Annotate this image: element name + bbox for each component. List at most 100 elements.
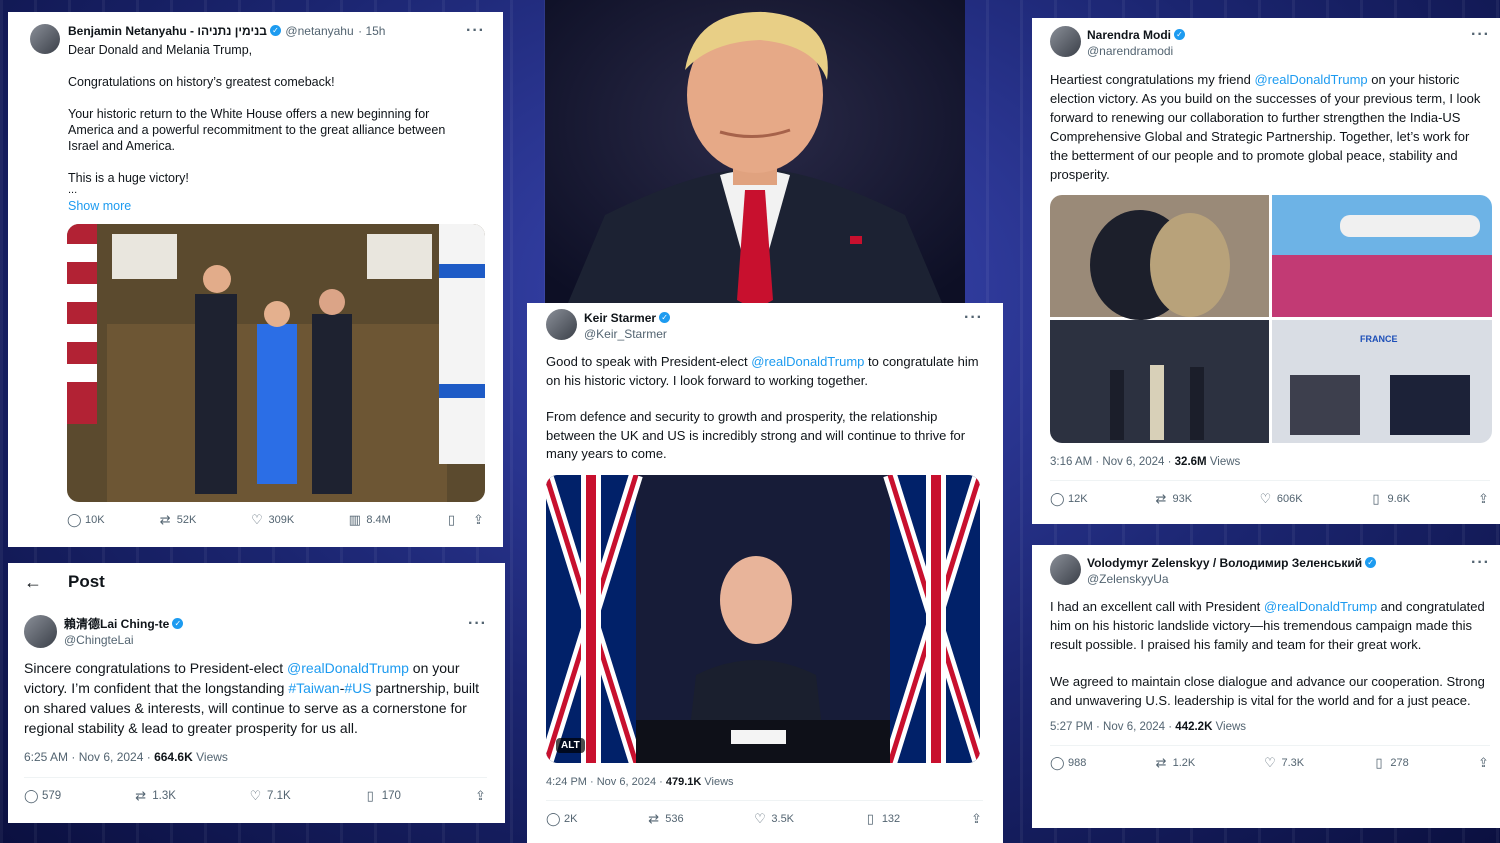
ellipsis-text: ... <box>68 184 78 196</box>
bookmark-count: 170 <box>381 790 401 802</box>
reply-button[interactable]: ◯ 10K <box>67 512 105 528</box>
like-count: 7.1K <box>266 790 291 802</box>
more-options-icon[interactable]: ··· <box>1471 26 1490 44</box>
reply-button[interactable]: ◯ 2K <box>546 811 577 827</box>
share-icon[interactable]: ⇪ <box>1477 755 1490 771</box>
bookmark-button[interactable]: ▯ 132 <box>864 811 900 827</box>
repost-button[interactable]: ⇄ 93K <box>1154 491 1193 507</box>
more-options-icon[interactable]: ··· <box>466 22 485 40</box>
reply-count: 12K <box>1068 493 1088 505</box>
like-button[interactable]: ♡ 309K <box>250 512 294 528</box>
views-button[interactable]: ▥ 8.4M <box>348 512 391 528</box>
more-options-icon[interactable]: ··· <box>1471 554 1490 572</box>
author-name[interactable]: Keir Starmer <box>584 311 656 325</box>
back-arrow-icon[interactable]: ← <box>24 572 42 593</box>
views-label: Views <box>1206 456 1241 468</box>
heart-icon: ♡ <box>1264 755 1276 770</box>
heart-icon: ♡ <box>249 788 262 803</box>
reply-icon: ◯ <box>67 512 82 527</box>
share-icon[interactable]: ⇪ <box>474 788 487 804</box>
repost-count: 1.3K <box>152 790 176 802</box>
author-handle[interactable]: @narendramodi <box>1087 44 1185 58</box>
share-icon[interactable]: ⇪ <box>472 512 485 528</box>
avatar[interactable] <box>30 24 60 54</box>
tweet-photo[interactable] <box>67 224 485 502</box>
repost-count: 52K <box>176 514 197 526</box>
share-icon[interactable]: ⇪ <box>970 811 983 827</box>
bookmark-button[interactable]: ▯ 278 <box>1372 755 1408 771</box>
like-button[interactable]: ♡ 3.5K <box>753 811 794 827</box>
views-label: Views <box>701 775 734 788</box>
verified-badge-icon: ✓ <box>269 25 281 37</box>
more-options-icon[interactable]: ··· <box>964 309 983 327</box>
alt-badge[interactable]: ALT <box>556 737 585 753</box>
bookmark-icon[interactable]: ▯ <box>445 512 458 528</box>
text-part: Good to speak with President-elect <box>546 354 752 369</box>
post-time: 6:25 AM · Nov 6, 2024 · <box>24 750 155 764</box>
reply-button[interactable]: ◯ 988 <box>1050 755 1086 771</box>
like-button[interactable]: ♡ 606K <box>1259 491 1303 507</box>
post-time: 5:27 PM · Nov 6, 2024 · <box>1050 721 1176 733</box>
reply-button[interactable]: ◯ 579 <box>24 788 61 804</box>
action-bar: ◯ 12K ⇄ 93K ♡ 606K ▯ 9.6K ⇪ <box>1050 491 1490 507</box>
tweet-text-p2: Congratulations on history’s greatest co… <box>68 75 335 89</box>
verified-badge-icon: ✓ <box>659 312 671 324</box>
tweet-text: Good to speak with President-elect @real… <box>546 353 983 464</box>
bookmark-icon: ▯ <box>366 788 374 803</box>
text-part: Heartiest congratulations my friend <box>1050 72 1255 87</box>
tweet-photo[interactable]: ALT <box>546 474 980 763</box>
hashtag-link[interactable]: #Taiwan <box>288 680 339 696</box>
heart-icon: ♡ <box>1259 491 1272 506</box>
repost-count: 93K <box>1172 493 1193 505</box>
author-name[interactable]: Benjamin Netanyahu - בנימין נתניהו <box>68 24 267 38</box>
view-count: 8.4M <box>366 514 391 526</box>
repost-icon: ⇄ <box>1155 755 1167 770</box>
author-handle[interactable]: @ChingteLai <box>64 633 183 647</box>
post-meta: 5:27 PM · Nov 6, 2024 · 442.2K Views <box>1050 721 1490 733</box>
view-count: 479.1K <box>665 775 702 788</box>
hashtag-link[interactable]: #US <box>344 680 371 696</box>
author-name[interactable]: Narendra Modi <box>1087 28 1171 42</box>
avatar[interactable] <box>24 615 57 648</box>
mention-link[interactable]: @realDonaldTrump <box>1254 72 1367 87</box>
like-button[interactable]: ♡ 7.3K <box>1264 755 1304 771</box>
heart-icon: ♡ <box>754 810 766 826</box>
bookmark-count: 132 <box>881 812 901 825</box>
post-time: · 15h <box>358 24 386 38</box>
author-name[interactable]: 賴清德Lai Ching-te <box>64 617 169 631</box>
mention-link[interactable]: @realDonaldTrump <box>751 354 864 369</box>
like-count: 3.5K <box>771 812 795 825</box>
repost-icon: ⇄ <box>648 810 660 826</box>
tweet-photo-grid[interactable]: FRANCE <box>1050 195 1492 443</box>
bookmark-button[interactable]: ▯ 170 <box>364 788 401 804</box>
mention-link[interactable]: @realDonaldTrump <box>1264 599 1377 614</box>
avatar[interactable] <box>1050 554 1081 585</box>
avatar[interactable] <box>1050 26 1081 57</box>
author-name[interactable]: Volodymyr Zelenskyy / Володимир Зеленськ… <box>1087 556 1362 570</box>
repost-button[interactable]: ⇄ 536 <box>647 811 683 827</box>
post-meta: 3:16 AM · Nov 6, 2024 · 32.6M Views <box>1050 456 1490 468</box>
like-count: 606K <box>1276 493 1303 505</box>
mention-link[interactable]: @realDonaldTrump <box>287 660 409 676</box>
avatar[interactable] <box>546 309 577 340</box>
reply-count: 10K <box>85 514 105 526</box>
reply-icon: ◯ <box>1050 755 1065 770</box>
text-part: on your historic election victory. As yo… <box>1050 72 1481 182</box>
author-handle[interactable]: @Keir_Starmer <box>584 327 670 341</box>
tweet-text: Sincere congratulations to President-ele… <box>24 658 487 738</box>
author-handle[interactable]: @ZelenskyyUa <box>1087 572 1376 586</box>
share-icon[interactable]: ⇪ <box>1477 491 1490 507</box>
show-more-link[interactable]: Show more <box>68 198 466 214</box>
reply-button[interactable]: ◯ 12K <box>1050 491 1088 507</box>
repost-button[interactable]: ⇄ 1.3K <box>134 788 176 804</box>
bookmark-button[interactable]: ▯ 9.6K <box>1369 491 1410 507</box>
author-handle[interactable]: @netanyahu <box>285 24 353 38</box>
like-button[interactable]: ♡ 7.1K <box>249 788 291 804</box>
heart-icon: ♡ <box>251 512 263 527</box>
repost-button[interactable]: ⇄ 1.2K <box>1155 755 1196 771</box>
post-meta: 4:24 PM · Nov 6, 2024 · 479.1K Views <box>546 776 983 788</box>
repost-button[interactable]: ⇄ 52K <box>159 512 197 528</box>
tweet-text-p3: Your historic return to the White House … <box>68 107 446 153</box>
central-portrait-photo <box>545 0 965 310</box>
more-options-icon[interactable]: ··· <box>468 615 487 633</box>
